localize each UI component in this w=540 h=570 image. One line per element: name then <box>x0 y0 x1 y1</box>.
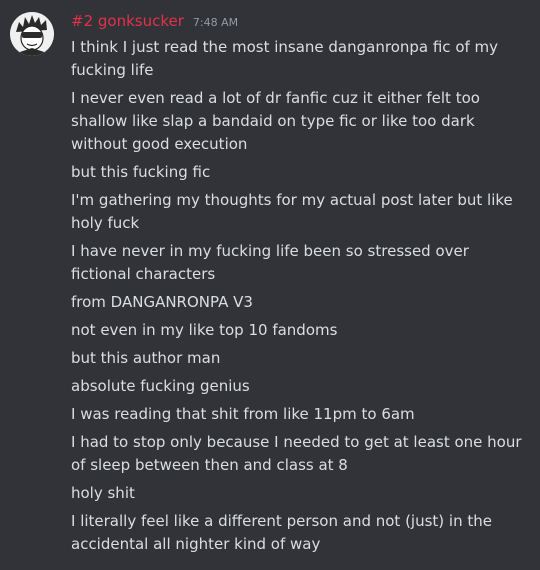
message-line: but this author man <box>71 349 221 367</box>
author-name[interactable]: #2 gonksucker <box>71 12 184 30</box>
message-line: I'm gathering my thoughts for my actual … <box>71 191 513 232</box>
message-line: I literally feel like a different person… <box>71 512 492 553</box>
message-line: absolute fucking genius <box>71 377 250 395</box>
message-line: holy shit <box>71 484 135 502</box>
chat-message-group: #2 gonksucker 7:48 AM I think I just rea… <box>0 0 540 570</box>
message-lines: I think I just read the most insane dang… <box>71 36 531 561</box>
message-line: not even in my like top 10 fandoms <box>71 321 338 339</box>
avatar-icon <box>10 12 54 56</box>
message-line: from DANGANRONPA V3 <box>71 293 253 311</box>
message-line: I was reading that shit from like 11pm t… <box>71 405 415 423</box>
message-line: I think I just read the most insane dang… <box>71 38 499 79</box>
message-line: I had to stop only because I needed to g… <box>71 433 522 474</box>
user-avatar[interactable] <box>10 12 54 56</box>
message-line: I have never in my fucking life been so … <box>71 242 469 283</box>
message-line: but this fucking fic <box>71 163 211 181</box>
message-header: #2 gonksucker 7:48 AM <box>71 12 238 34</box>
message-line: I never even read a lot of dr fanfic cuz… <box>71 89 480 153</box>
message-timestamp[interactable]: 7:48 AM <box>193 16 238 29</box>
